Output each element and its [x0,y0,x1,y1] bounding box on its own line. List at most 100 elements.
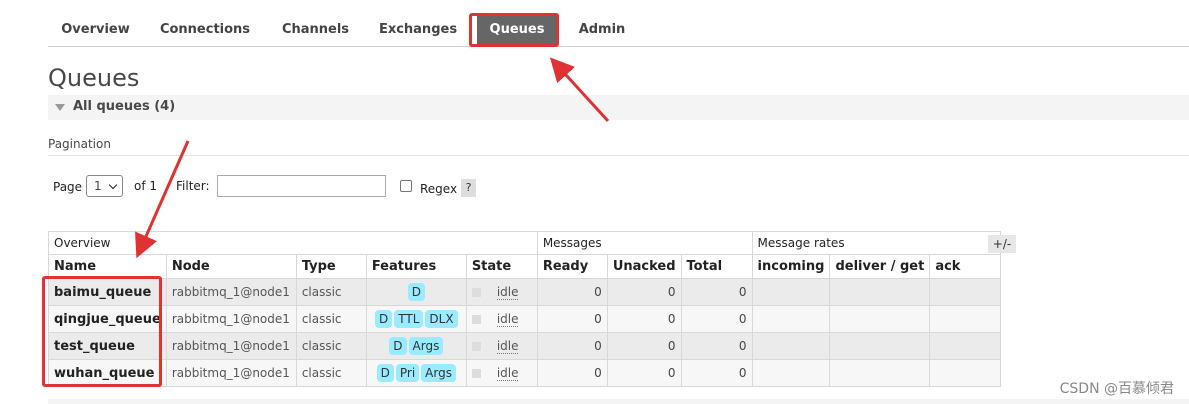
state-text: idle [496,339,519,354]
ready-count: 0 [536,332,608,360]
queue-type: classic [295,278,367,306]
queue-state: idle [465,332,538,360]
feature-badge: D [375,310,393,328]
regex-checkbox[interactable] [400,180,412,192]
collapse-triangle-icon[interactable] [55,104,65,111]
ack-rate [929,332,1002,360]
total-count: 0 [680,305,753,333]
state-text: idle [496,312,519,327]
queue-features: D [365,278,467,306]
chevron-down-icon [108,180,118,190]
queue-features: D Pri Args [365,359,467,387]
queue-type: classic [295,359,367,387]
queue-state: idle [465,305,538,333]
unacked-count: 0 [606,305,682,333]
col-deliver-get[interactable]: deliver / get [829,254,931,279]
col-incoming[interactable]: incoming [751,254,831,279]
feature-badge: D [407,283,425,301]
regex-help-button[interactable]: ? [461,179,476,197]
page-label: Page [53,180,83,194]
pagination-title: Pagination [48,137,111,151]
total-count: 0 [680,359,753,387]
table-row[interactable]: wuhan_queue rabbitmq_1@node1 classic D Pr… [48,359,1002,387]
feature-badge: TTL [394,310,424,328]
filter-label: Filter: [176,179,210,193]
tab-channels[interactable]: Channels [273,14,358,44]
queue-type: classic [295,305,367,333]
state-indicator [471,288,481,297]
ready-count: 0 [536,305,608,333]
pagination-divider [48,155,1189,156]
all-queues-label[interactable]: All queues (4) [73,95,175,119]
page-title: Queues [48,64,140,92]
feature-badge: Args [408,337,444,355]
page-count-label: of 1 [134,179,158,193]
tab-overview[interactable]: Overview [48,14,143,44]
incoming-rate [751,332,831,360]
queue-node: rabbitmq_1@node1 [165,305,297,333]
unacked-count: 0 [606,359,682,387]
state-indicator [471,342,481,351]
deliver-get-rate [829,359,931,387]
queue-name-link[interactable]: qingjue_queue [48,305,167,333]
deliver-get-rate [829,305,931,333]
ack-rate [929,305,1002,333]
table-row[interactable]: qingjue_queue rabbitmq_1@node1 classic D… [48,305,1002,333]
page-select[interactable]: 1 [86,175,123,197]
filter-input[interactable] [217,175,386,197]
incoming-rate [751,359,831,387]
queues-table: Overview Messages Message rates Name Nod… [48,231,1002,387]
state-indicator [471,315,481,324]
table-row[interactable]: test_queue rabbitmq_1@node1 classic D Arg… [48,332,1002,360]
queue-name-link[interactable]: test_queue [48,332,167,360]
unacked-count: 0 [606,332,682,360]
ack-rate [929,359,1002,387]
regex-label: Regex [420,182,458,196]
top-nav: Overview Connections Channels Exchanges … [48,0,1189,47]
queue-features: D TTL DLX [365,305,467,333]
col-name[interactable]: Name [48,254,167,279]
col-state[interactable]: State [465,254,538,279]
col-ack[interactable]: ack [929,254,1002,279]
tab-admin[interactable]: Admin [568,14,636,44]
queue-node: rabbitmq_1@node1 [165,332,297,360]
col-ready[interactable]: Ready [536,254,608,279]
tab-queues[interactable]: Queues [477,14,557,44]
feature-badge: DLX [425,310,458,328]
page-select-value: 1 [94,179,102,193]
incoming-rate [751,278,831,306]
queue-node: rabbitmq_1@node1 [165,278,297,306]
table-row[interactable]: baimu_queue rabbitmq_1@node1 classic D i… [48,278,1002,306]
deliver-get-rate [829,332,931,360]
feature-badge: Args [421,364,456,382]
feature-badge: Pri [395,364,420,382]
queue-type: classic [295,332,367,360]
state-indicator [471,369,481,378]
tab-exchanges[interactable]: Exchanges [373,14,463,44]
unacked-count: 0 [606,278,682,306]
ready-count: 0 [536,278,608,306]
group-overview: Overview [48,231,538,255]
col-unacked[interactable]: Unacked [606,254,682,279]
queue-node: rabbitmq_1@node1 [165,359,297,387]
group-message-rates: Message rates [751,231,1002,255]
total-count: 0 [680,278,753,306]
col-type[interactable]: Type [295,254,367,279]
col-total[interactable]: Total [680,254,753,279]
queue-features: D Args [365,332,467,360]
col-features[interactable]: Features [365,254,467,279]
feature-badge: D [376,364,394,382]
queue-name-link[interactable]: wuhan_queue [48,359,167,387]
all-queues-section-header[interactable]: All queues (4) [48,95,1189,120]
ack-rate [929,278,1002,306]
bottom-section-band [48,399,1189,404]
column-options-button[interactable]: +/- [988,235,1016,253]
tab-connections[interactable]: Connections [155,14,255,44]
queue-state: idle [465,359,538,387]
deliver-get-rate [829,278,931,306]
ready-count: 0 [536,359,608,387]
incoming-rate [751,305,831,333]
col-node[interactable]: Node [165,254,297,279]
group-messages: Messages [536,231,753,255]
queue-name-link[interactable]: baimu_queue [48,278,167,306]
